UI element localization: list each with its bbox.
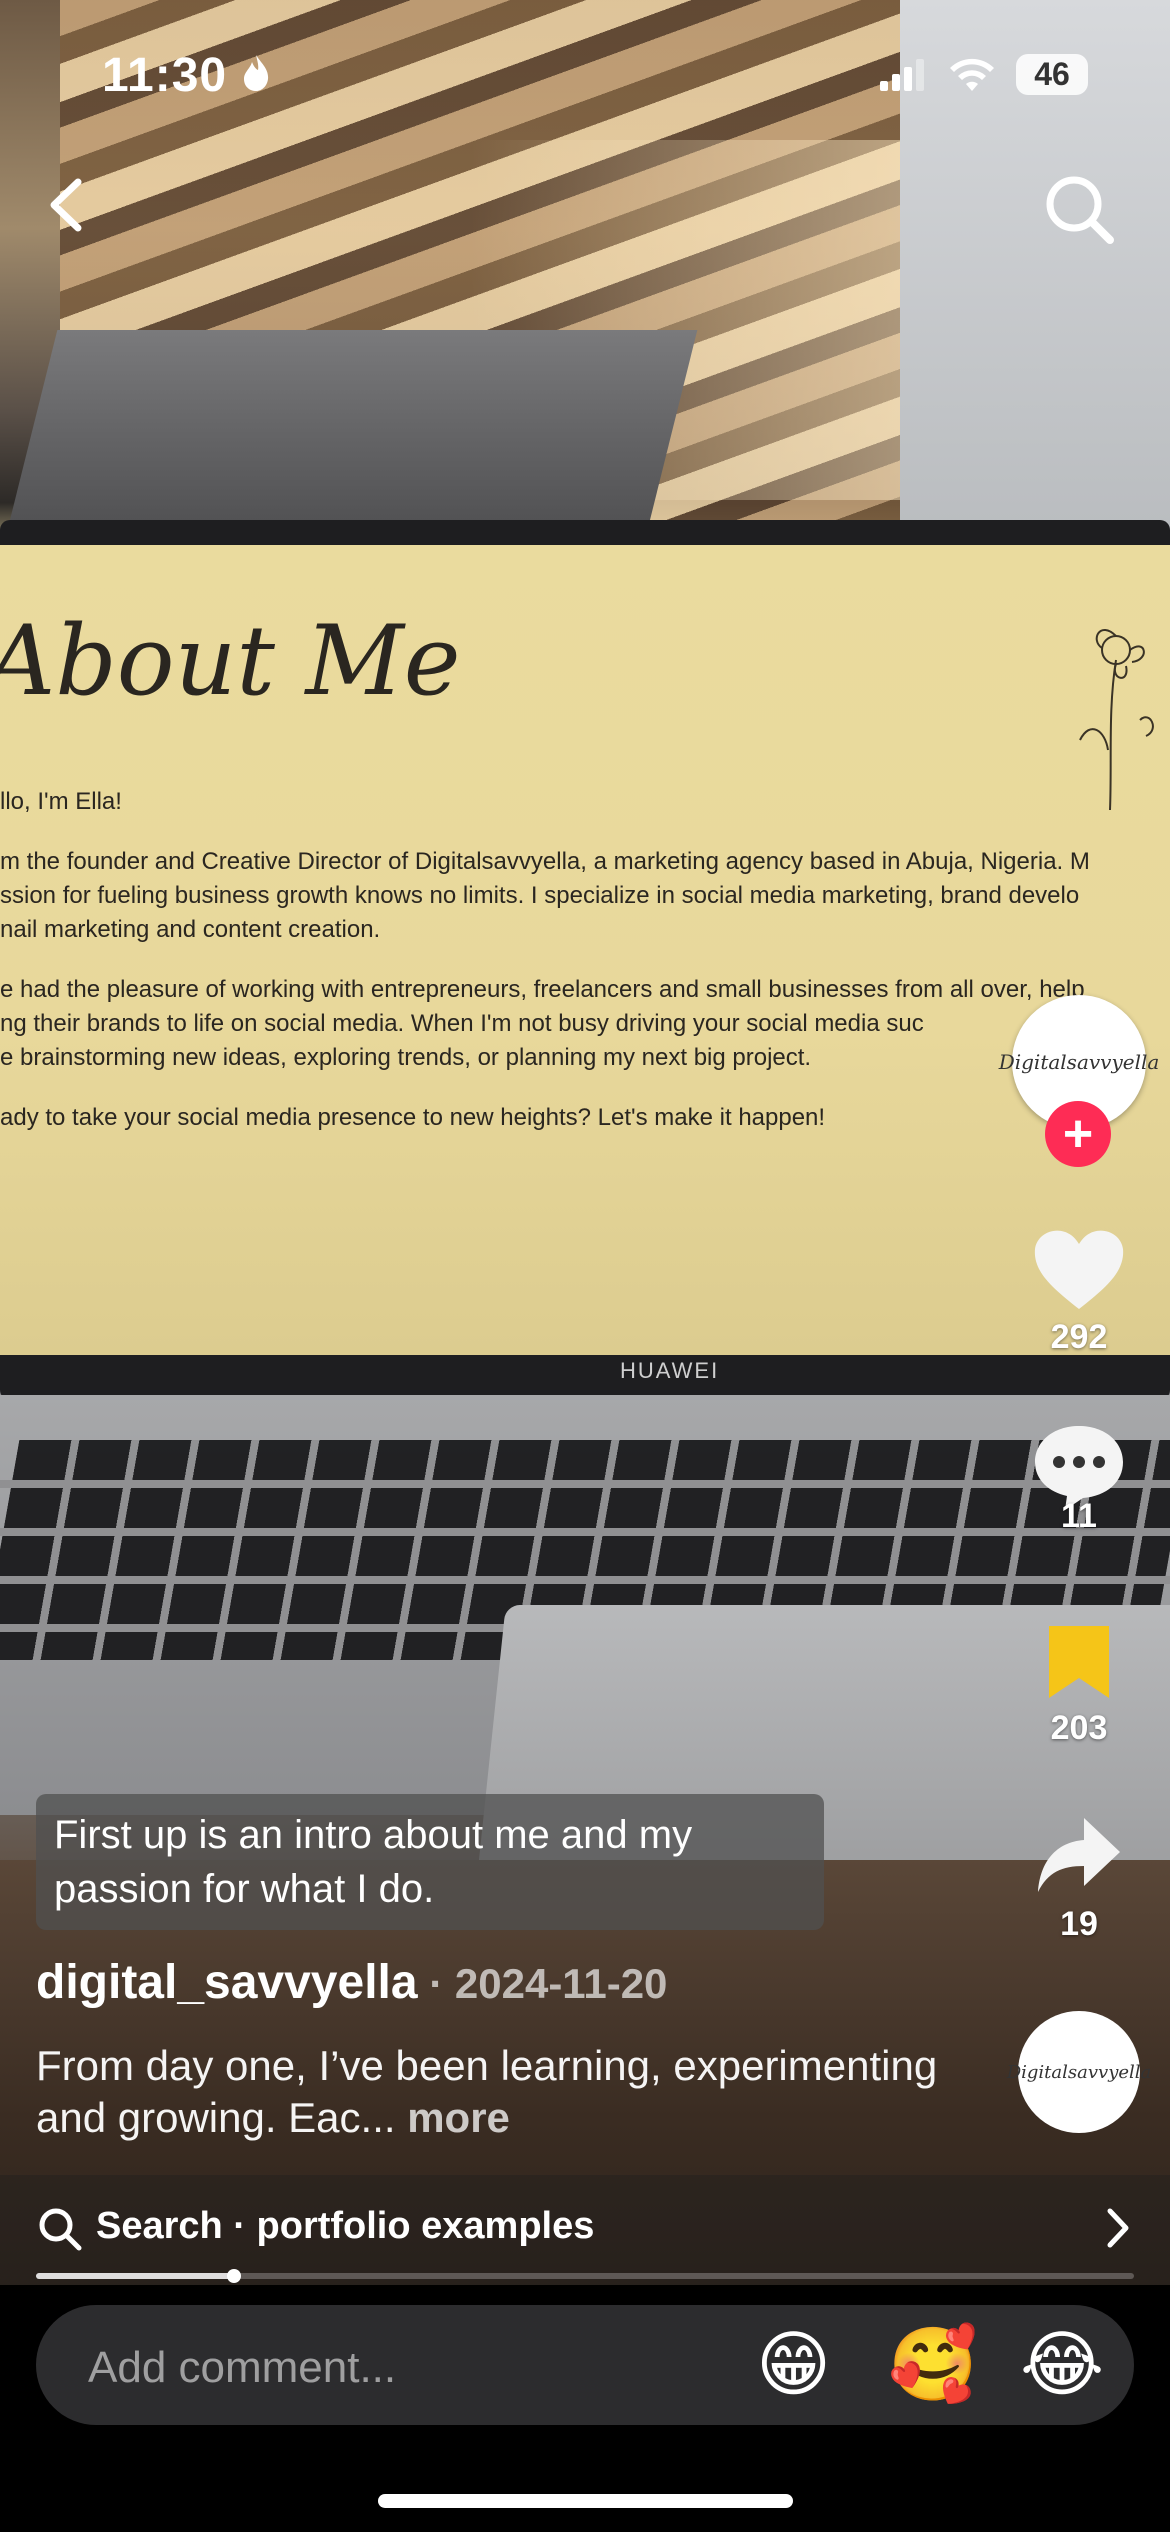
emoji-grin-button[interactable]: 😁	[756, 2323, 831, 2407]
back-button[interactable]	[40, 170, 100, 240]
emoji-laugh-button[interactable]: 😂	[1020, 2323, 1104, 2407]
follow-button[interactable]: +	[1045, 1101, 1111, 1167]
author-username[interactable]: digital_savvyella	[36, 1956, 418, 2009]
video-description[interactable]: From day one, I’ve been learning, experi…	[36, 2040, 996, 2144]
flower-illustration	[1079, 629, 1154, 810]
screen-line: llo, I'm Ella!	[0, 788, 122, 815]
chevron-left-icon	[50, 178, 82, 232]
home-indicator	[378, 2494, 793, 2508]
emoji-hearts-button[interactable]: 🥰	[888, 2323, 978, 2407]
progress-fill	[36, 2273, 234, 2279]
status-time: 11:30	[102, 48, 271, 103]
like-count: 292	[1050, 1318, 1108, 1356]
chevron-right-icon	[1107, 2208, 1129, 2248]
sound-disc-logo-text: Digitalsavvyella	[1006, 2061, 1152, 2083]
heart-icon	[1034, 1230, 1124, 1309]
search-icon	[1046, 176, 1114, 244]
screen-heading: About Me	[0, 605, 461, 717]
author-line: digital_savvyella · 2024-11-20	[36, 1955, 667, 2010]
cellular-signal-icon	[880, 58, 924, 91]
comment-placeholder: Add comment...	[88, 2343, 397, 2392]
screen-line: ssion for fueling business growth knows …	[0, 882, 1080, 909]
wifi-icon	[950, 58, 994, 91]
screen-line: e had the pleasure of working with entre…	[0, 976, 1085, 1003]
laptop-screen: About Me llo, I'm Ella! m the founder an…	[0, 545, 1170, 1355]
video-text-sticker: First up is an intro about me and my pas…	[36, 1794, 824, 1930]
battery-indicator: 46	[1016, 54, 1088, 95]
search-suggestion-bar[interactable]: Search · portfolio examples	[0, 2175, 1170, 2285]
save-button[interactable]: 203	[1020, 1622, 1138, 1748]
screen-line: ady to take your social media presence t…	[0, 1104, 826, 1131]
avatar-logo-text: Digitalsavvyella	[998, 1050, 1160, 1074]
screen-line: m the founder and Creative Director of D…	[0, 848, 1090, 875]
bookmark-icon	[1049, 1626, 1109, 1698]
search-icon	[39, 2208, 82, 2251]
flame-icon	[244, 55, 269, 91]
like-button[interactable]: 292	[1020, 1225, 1138, 1357]
share-arrow-icon	[1038, 1818, 1120, 1892]
more-link[interactable]: more	[396, 2094, 510, 2141]
video-progress-bar[interactable]	[36, 2269, 1134, 2283]
screen-line: nail marketing and content creation.	[0, 916, 381, 943]
progress-scrubber[interactable]	[226, 2269, 241, 2283]
share-count: 19	[1060, 1905, 1098, 1943]
screen-line: e brainstorming new ideas, exploring tre…	[0, 1044, 812, 1071]
comment-button[interactable]: 11	[1020, 1422, 1138, 1536]
save-count: 203	[1050, 1709, 1108, 1747]
video-player[interactable]: About Me llo, I'm Ella! m the founder an…	[0, 0, 1170, 2285]
laptop-brand: HUAWEI	[620, 1358, 720, 1383]
search-button[interactable]	[1040, 170, 1120, 250]
sound-disc[interactable]: Digitalsavvyella	[1007, 2011, 1151, 2133]
share-button[interactable]: 19	[1020, 1812, 1138, 1944]
status-indicators: 46	[880, 54, 1088, 95]
comment-input[interactable]: Add comment... 😁 🥰 😂	[36, 2305, 1134, 2425]
screen-line: ng their brands to life on social media.…	[0, 1010, 924, 1037]
search-suggestion-label: Search · portfolio examples	[96, 2205, 595, 2247]
post-date: · 2024-11-20	[417, 1960, 668, 2007]
plus-icon: +	[1062, 1105, 1094, 1163]
